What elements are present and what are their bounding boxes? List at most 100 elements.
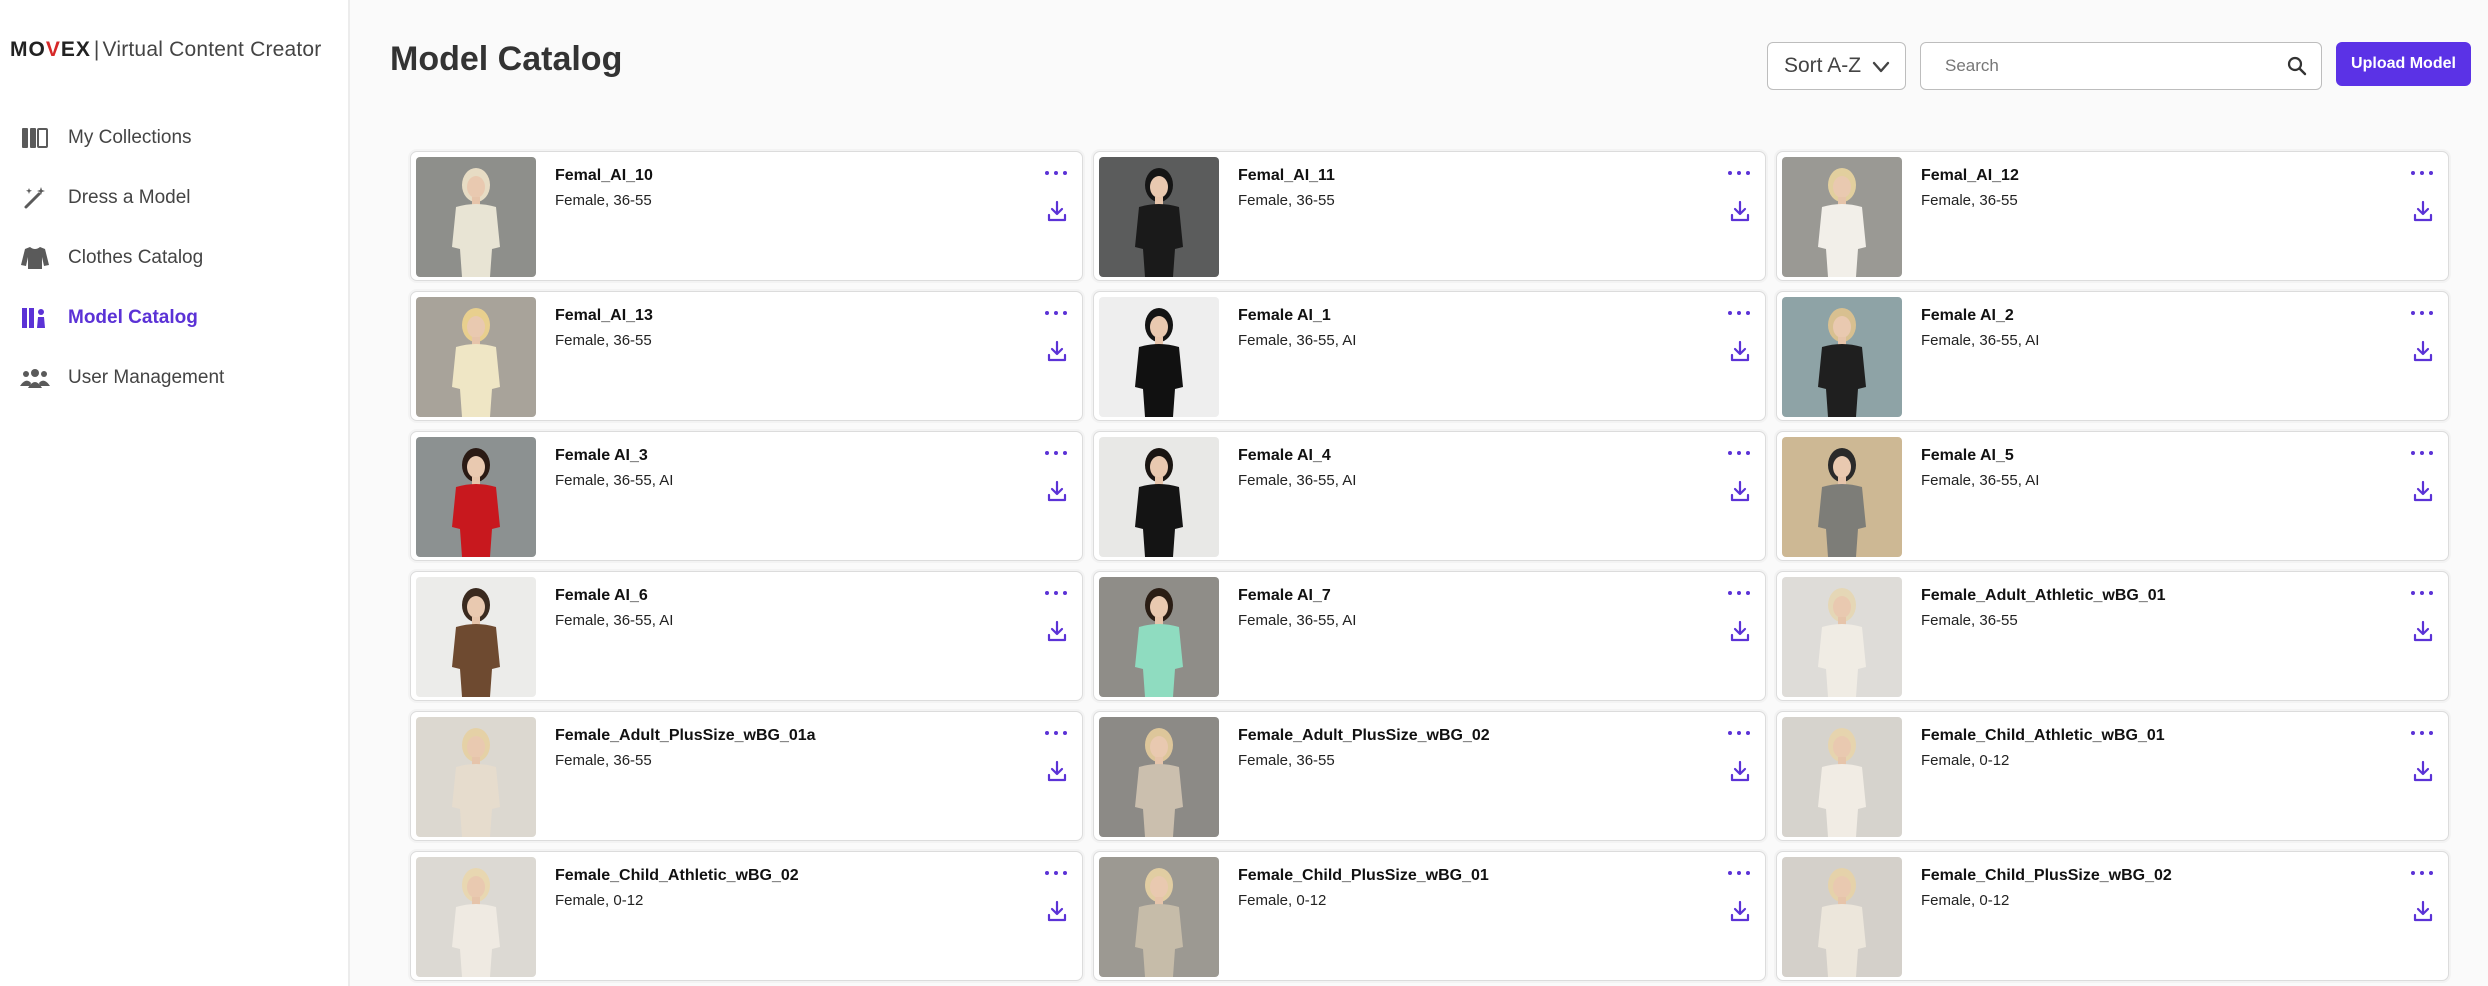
model-card[interactable]: Female AI_3 Female, 36-55, AI	[410, 431, 1083, 561]
model-card[interactable]: Female AI_1 Female, 36-55, AI	[1093, 291, 1766, 421]
sidebar-item-my-collections[interactable]: My Collections	[0, 108, 348, 168]
model-thumbnail[interactable]	[416, 297, 536, 417]
model-meta: Female, 36-55, AI	[555, 612, 674, 629]
download-icon[interactable]	[2413, 900, 2433, 922]
collections-icon	[20, 123, 50, 153]
download-icon[interactable]	[2413, 340, 2433, 362]
download-icon[interactable]	[2413, 200, 2433, 222]
model-card[interactable]: Female_Child_Athletic_wBG_01 Female, 0-1…	[1776, 711, 2449, 841]
model-card[interactable]: Femal_AI_13 Female, 36-55	[410, 291, 1083, 421]
model-card[interactable]: Female_Adult_PlusSize_wBG_02 Female, 36-…	[1093, 711, 1766, 841]
download-icon[interactable]	[2413, 480, 2433, 502]
download-icon[interactable]	[1730, 620, 1750, 642]
model-thumbnail[interactable]	[416, 857, 536, 977]
model-catalog-icon	[20, 303, 50, 333]
more-options-icon[interactable]	[1728, 447, 1750, 459]
more-options-icon[interactable]	[1728, 867, 1750, 879]
model-thumbnail[interactable]	[1782, 857, 1902, 977]
sort-dropdown[interactable]: Sort A-Z	[1767, 42, 1906, 90]
model-card[interactable]: Female AI_4 Female, 36-55, AI	[1093, 431, 1766, 561]
more-options-icon[interactable]	[1728, 587, 1750, 599]
sidebar-item-user-management[interactable]: User Management	[0, 348, 348, 408]
more-options-icon[interactable]	[1728, 167, 1750, 179]
search-input[interactable]	[1921, 46, 2261, 86]
model-meta: Female, 36-55	[1238, 752, 1335, 769]
model-name: Female_Adult_PlusSize_wBG_01a	[555, 727, 816, 744]
sidebar-item-dress-a-model[interactable]: Dress a Model	[0, 168, 348, 228]
download-icon[interactable]	[1730, 200, 1750, 222]
more-options-icon[interactable]	[2411, 867, 2433, 879]
model-name: Femal_AI_12	[1921, 167, 2019, 184]
model-thumbnail[interactable]	[1099, 157, 1219, 277]
more-options-icon[interactable]	[1045, 307, 1067, 319]
model-thumbnail[interactable]	[1099, 577, 1219, 697]
more-options-icon[interactable]	[1045, 447, 1067, 459]
model-name: Femal_AI_13	[555, 307, 653, 324]
model-card[interactable]: Female AI_7 Female, 36-55, AI	[1093, 571, 1766, 701]
sidebar-item-label: Model Catalog	[68, 307, 198, 328]
more-options-icon[interactable]	[2411, 447, 2433, 459]
model-card[interactable]: Female_Child_PlusSize_wBG_02 Female, 0-1…	[1776, 851, 2449, 981]
upload-model-button[interactable]: Upload Model	[2336, 42, 2471, 86]
more-options-icon[interactable]	[1728, 727, 1750, 739]
model-thumbnail[interactable]	[1782, 297, 1902, 417]
model-card[interactable]: Female_Child_Athletic_wBG_02 Female, 0-1…	[410, 851, 1083, 981]
model-thumbnail[interactable]	[416, 577, 536, 697]
model-thumbnail[interactable]	[1099, 857, 1219, 977]
search-icon[interactable]	[2287, 56, 2307, 81]
download-icon[interactable]	[1730, 760, 1750, 782]
model-thumbnail[interactable]	[1099, 437, 1219, 557]
model-card[interactable]: Female AI_5 Female, 36-55, AI	[1776, 431, 2449, 561]
model-thumbnail[interactable]	[1782, 717, 1902, 837]
download-icon[interactable]	[2413, 760, 2433, 782]
more-options-icon[interactable]	[1045, 727, 1067, 739]
brand[interactable]: MOVEX | Virtual Content Creator	[0, 0, 348, 100]
more-options-icon[interactable]	[2411, 167, 2433, 179]
download-icon[interactable]	[2413, 620, 2433, 642]
model-thumbnail[interactable]	[1782, 437, 1902, 557]
model-card[interactable]: Femal_AI_12 Female, 36-55	[1776, 151, 2449, 281]
model-name: Female_Child_PlusSize_wBG_02	[1921, 867, 2172, 884]
model-thumbnail[interactable]	[416, 717, 536, 837]
download-icon[interactable]	[1730, 340, 1750, 362]
download-icon[interactable]	[1047, 760, 1067, 782]
sidebar-item-clothes-catalog[interactable]: Clothes Catalog	[0, 228, 348, 288]
model-thumbnail[interactable]	[1782, 157, 1902, 277]
model-name: Female AI_2	[1921, 307, 2014, 324]
more-options-icon[interactable]	[1045, 587, 1067, 599]
model-card[interactable]: Female_Adult_Athletic_wBG_01 Female, 36-…	[1776, 571, 2449, 701]
download-icon[interactable]	[1047, 620, 1067, 642]
model-meta: Female, 36-55, AI	[1921, 472, 2040, 489]
brand-logo: MOVEX	[10, 38, 91, 61]
model-thumbnail[interactable]	[416, 157, 536, 277]
more-options-icon[interactable]	[2411, 307, 2433, 319]
model-meta: Female, 36-55, AI	[1921, 332, 2040, 349]
model-thumbnail[interactable]	[1099, 717, 1219, 837]
model-card[interactable]: Female AI_2 Female, 36-55, AI	[1776, 291, 2449, 421]
download-icon[interactable]	[1730, 900, 1750, 922]
model-thumbnail[interactable]	[1099, 297, 1219, 417]
more-options-icon[interactable]	[1045, 867, 1067, 879]
model-card[interactable]: Femal_AI_10 Female, 36-55	[410, 151, 1083, 281]
more-options-icon[interactable]	[2411, 727, 2433, 739]
download-icon[interactable]	[1047, 200, 1067, 222]
model-card[interactable]: Female_Adult_PlusSize_wBG_01a Female, 36…	[410, 711, 1083, 841]
model-card[interactable]: Femal_AI_11 Female, 36-55	[1093, 151, 1766, 281]
download-icon[interactable]	[1047, 340, 1067, 362]
more-options-icon[interactable]	[1045, 167, 1067, 179]
sidebar-nav: My Collections Dress a Model Clothes Cat…	[0, 108, 348, 408]
model-card[interactable]: Female AI_6 Female, 36-55, AI	[410, 571, 1083, 701]
brand-product-name: Virtual Content Creator	[102, 38, 322, 61]
model-thumbnail[interactable]	[416, 437, 536, 557]
chevron-down-icon	[1871, 57, 1891, 83]
model-name: Female_Child_Athletic_wBG_01	[1921, 727, 2165, 744]
model-card[interactable]: Female_Child_PlusSize_wBG_01 Female, 0-1…	[1093, 851, 1766, 981]
sidebar-item-model-catalog[interactable]: Model Catalog	[0, 288, 348, 348]
download-icon[interactable]	[1730, 480, 1750, 502]
download-icon[interactable]	[1047, 900, 1067, 922]
more-options-icon[interactable]	[1728, 307, 1750, 319]
more-options-icon[interactable]	[2411, 587, 2433, 599]
download-icon[interactable]	[1047, 480, 1067, 502]
search-box	[1920, 42, 2322, 90]
model-thumbnail[interactable]	[1782, 577, 1902, 697]
